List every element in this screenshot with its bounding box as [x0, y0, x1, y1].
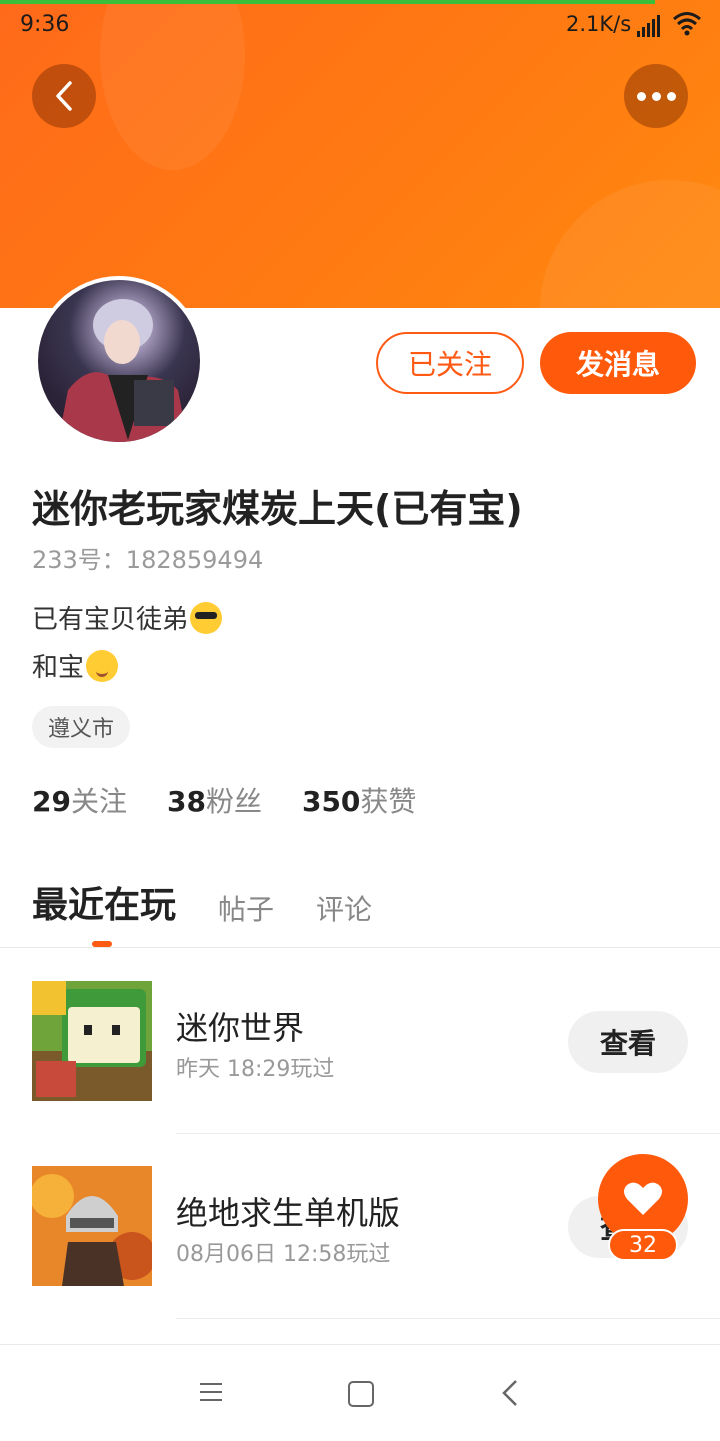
sunglasses-emoji-icon [190, 602, 223, 634]
like-count-badge: 32 [608, 1229, 678, 1261]
last-played-time: 08月06日 12:58玩过 [176, 1242, 391, 1267]
home-square-icon[interactable] [348, 1381, 374, 1407]
bio-line: 和宝 [32, 644, 222, 692]
divider [176, 1318, 720, 1319]
city-tag[interactable]: 遵义市 [32, 706, 131, 748]
tab-posts[interactable]: 帖子 [218, 888, 274, 928]
stat-number: 29 [32, 785, 71, 818]
signal-icon [637, 15, 663, 37]
following-button[interactable]: 已关注 [376, 332, 524, 394]
network-speed: 2.1K/s [566, 12, 632, 36]
more-button[interactable] [624, 64, 688, 128]
back-button[interactable] [32, 64, 96, 128]
divider [0, 947, 720, 948]
status-time: 9:36 [20, 12, 70, 37]
view-game-button[interactable]: 查看 [568, 1011, 688, 1073]
game-name: 迷你世界 [176, 1009, 305, 1047]
game-thumbnail [32, 981, 152, 1101]
last-played-time: 昨天 18:29玩过 [176, 1057, 335, 1082]
divider [176, 1133, 720, 1134]
profile-stats: 29关注 38粉丝 350获赞 [32, 780, 416, 820]
stat-number: 38 [166, 785, 206, 818]
banner-decoration [540, 180, 720, 308]
stat-likes[interactable]: 350获赞 [302, 780, 416, 820]
stat-label: 粉丝 [205, 785, 262, 818]
game-thumbnail [32, 1166, 152, 1286]
hugging-emoji-icon [86, 650, 119, 682]
heart-icon [624, 1182, 662, 1215]
profile-header-banner [0, 0, 720, 308]
bio-text: 和宝 [32, 653, 85, 683]
menu-icon[interactable] [200, 1383, 222, 1407]
stat-label: 关注 [70, 785, 127, 818]
wifi-icon [673, 12, 701, 36]
chevron-left-icon [56, 81, 72, 111]
profile-tabs: 最近在玩 帖子 评论 [32, 876, 414, 928]
avatar[interactable] [34, 276, 204, 446]
bio-text: 已有宝贝徒弟 [32, 605, 189, 635]
send-message-button[interactable]: 发消息 [540, 332, 696, 394]
tab-comments[interactable]: 评论 [316, 888, 372, 928]
avatar-image [38, 280, 200, 442]
stat-following[interactable]: 29关注 [32, 780, 127, 820]
bio-line: 已有宝贝徒弟 [32, 596, 223, 644]
stat-label: 获赞 [360, 785, 417, 818]
more-dots-icon [636, 91, 676, 101]
user-id: 233号：182859494 [32, 546, 264, 574]
avatar-illustration [58, 299, 188, 442]
game-list-item[interactable]: 迷你世界 昨天 18:29玩过 查看 [0, 981, 720, 1101]
game-name: 绝地求生单机版 [176, 1194, 401, 1232]
stat-followers[interactable]: 38粉丝 [167, 780, 262, 820]
back-triangle-icon[interactable] [500, 1379, 520, 1407]
bio: 已有宝贝徒弟 和宝 [32, 596, 223, 692]
username: 迷你老玩家煤炭上天(已有宝) [32, 487, 523, 531]
stat-number: 350 [301, 785, 361, 818]
load-progress-line [0, 0, 655, 4]
system-nav-bar [0, 1344, 720, 1441]
tab-recently-played[interactable]: 最近在玩 [32, 876, 176, 928]
status-bar: 9:36 2.1K/s [0, 8, 720, 44]
